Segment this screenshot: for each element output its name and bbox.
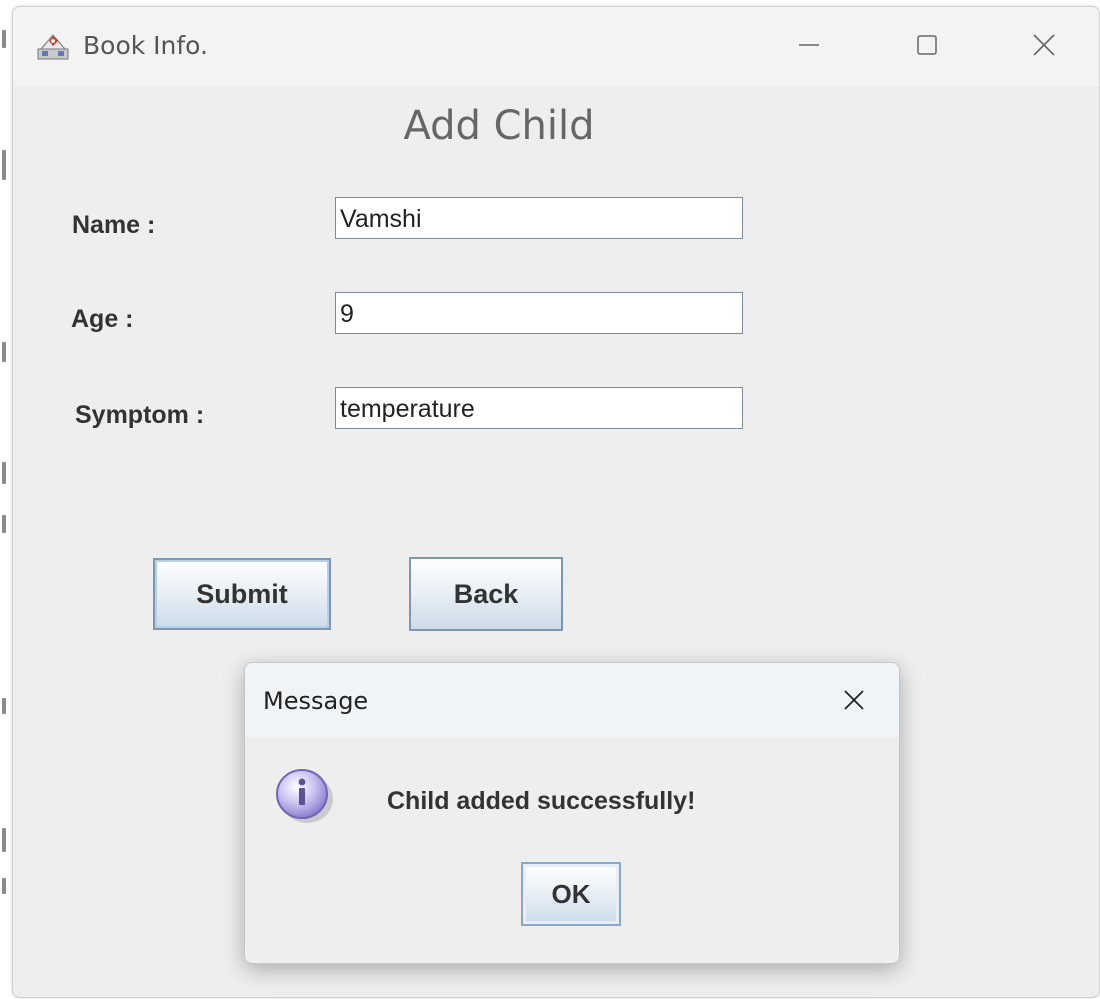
name-label: Name : [72,211,156,239]
background-window-edge [2,342,6,362]
maximize-icon [917,35,937,55]
background-window-edge [2,462,6,484]
name-field[interactable]: Vamshi [335,197,743,239]
maximize-button[interactable] [897,21,957,69]
minimize-button[interactable] [779,21,839,69]
age-field[interactable]: 9 [335,292,743,334]
background-window-edge [2,515,6,533]
background-window-edge [2,698,6,714]
java-app-icon [37,34,69,60]
close-icon [1033,34,1055,56]
background-window-edge [2,30,6,48]
form-title: Add Child [403,103,595,149]
background-window-edge [2,828,6,852]
dialog-message: Child added successfully! [387,787,696,815]
close-icon [844,690,864,710]
background-window-edge [2,150,6,180]
minimize-icon [799,44,819,46]
symptom-field[interactable]: temperature [335,387,743,429]
message-dialog: Message Child added successfully! OK [244,662,900,964]
close-button[interactable] [1014,21,1074,69]
symptom-label: Symptom : [75,401,205,429]
ok-button[interactable]: OK [521,862,621,926]
background-window-edge [2,878,6,894]
submit-button[interactable]: Submit [153,558,331,630]
window-titlebar[interactable]: Book Info. [13,7,1099,87]
dialog-close-button[interactable] [831,679,877,721]
back-button[interactable]: Back [409,557,563,631]
info-icon [276,769,333,823]
dialog-titlebar[interactable]: Message [245,663,899,737]
dialog-title: Message [263,687,369,715]
age-label: Age : [71,305,134,333]
window-title: Book Info. [83,31,208,60]
